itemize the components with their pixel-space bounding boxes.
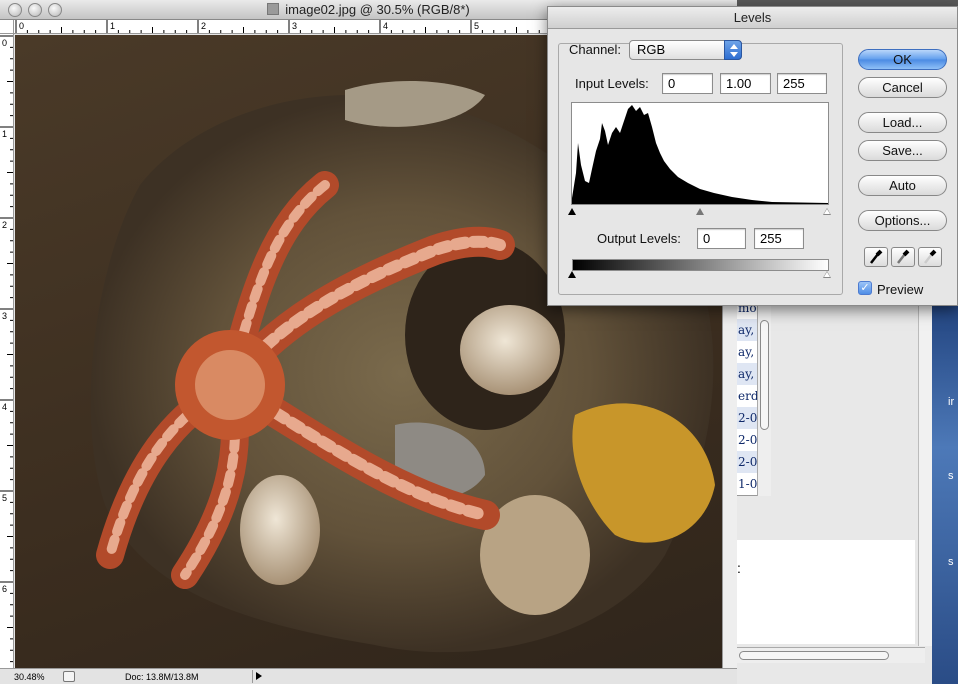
- input-white-slider-handle[interactable]: [823, 208, 831, 215]
- status-menu-arrow-icon[interactable]: [252, 670, 264, 683]
- eyedropper-icon: [870, 249, 883, 264]
- ruler-tick-label: 5: [2, 493, 7, 503]
- desktop-icon-label[interactable]: s: [948, 470, 954, 482]
- ruler-origin[interactable]: [0, 20, 14, 34]
- input-levels-slider[interactable]: [568, 208, 831, 218]
- channel-label: Channel:: [569, 42, 622, 57]
- preview-label[interactable]: Preview: [877, 282, 923, 297]
- ruler-tick-label: 3: [2, 311, 7, 321]
- output-black-slider-handle[interactable]: [568, 271, 576, 278]
- gray-eyedropper-icon[interactable]: [891, 247, 915, 267]
- document-title-text: image02.jpg @ 30.5% (RGB/8*): [285, 2, 470, 17]
- document-size: Doc: 13.8M/13.8M: [125, 672, 199, 682]
- ruler-tick-label: 3: [292, 21, 297, 31]
- ruler-tick-label: 1: [110, 21, 115, 31]
- zoom-level[interactable]: 30.48%: [14, 672, 45, 682]
- ruler-tick-label: 0: [19, 21, 24, 31]
- histogram: [571, 102, 829, 205]
- input-gamma-field[interactable]: 1.00: [720, 73, 771, 94]
- desktop-background: [932, 290, 958, 684]
- scroll-thumb[interactable]: [760, 320, 769, 430]
- status-bar: 30.48% Doc: 13.8M/13.8M: [0, 668, 737, 684]
- ok-button[interactable]: OK: [858, 49, 947, 70]
- ruler-tick-label: 4: [2, 402, 7, 412]
- desktop-icon-label[interactable]: s: [948, 556, 954, 568]
- ruler-tick-label: 5: [474, 21, 479, 31]
- input-black-slider-handle[interactable]: [568, 208, 576, 215]
- desktop-icon-label[interactable]: ir: [948, 396, 954, 408]
- output-levels-slider[interactable]: [568, 271, 831, 281]
- black-eyedropper-icon[interactable]: [864, 247, 888, 267]
- input-levels-label: Input Levels:: [575, 76, 649, 91]
- background-vertical-scrollbar[interactable]: [918, 296, 932, 646]
- vertical-ruler-ticks: 0 1 2 3 4 5 6: [0, 35, 13, 663]
- ruler-tick-label: 0: [2, 38, 7, 48]
- select-arrows-icon: [724, 40, 742, 60]
- vertical-ruler[interactable]: 0 1 2 3 4 5 6: [0, 34, 14, 668]
- input-black-field[interactable]: 0: [662, 73, 713, 94]
- scroll-thumb[interactable]: [739, 651, 889, 660]
- ruler-tick-label: 2: [2, 220, 7, 230]
- channel-select[interactable]: RGB: [629, 40, 742, 60]
- output-white-field[interactable]: 255: [754, 228, 804, 249]
- save-button[interactable]: Save...: [858, 140, 947, 161]
- output-gradient-bar: [572, 259, 829, 271]
- histogram-graph: [572, 105, 828, 204]
- ruler-tick-label: 2: [201, 21, 206, 31]
- output-levels-label: Output Levels:: [597, 231, 681, 246]
- background-list-scrollbar[interactable]: [757, 296, 771, 496]
- levels-dialog-title[interactable]: Levels: [548, 7, 957, 29]
- output-black-field[interactable]: 0: [697, 228, 746, 249]
- input-gamma-slider-handle[interactable]: [696, 208, 704, 215]
- eyedropper-icon: [897, 249, 910, 264]
- ruler-tick-label: 4: [383, 21, 388, 31]
- channel-select-value: RGB: [637, 42, 666, 57]
- navigator-icon[interactable]: [63, 671, 75, 682]
- background-horizontal-scrollbar[interactable]: [735, 647, 925, 663]
- image-file-icon: [267, 3, 280, 15]
- ruler-tick-label: 1: [2, 129, 7, 139]
- auto-button[interactable]: Auto: [858, 175, 947, 196]
- levels-dialog: Levels Channel: RGB Input Levels: 0 1.00…: [547, 6, 958, 306]
- background-colon-text: :: [737, 560, 741, 576]
- screen: moray, 8ay, 4ay, 9erda2-02-02-01-00-19-0…: [0, 0, 958, 684]
- preview-checkbox[interactable]: ✓: [858, 281, 872, 295]
- cancel-button[interactable]: Cancel: [858, 77, 947, 98]
- white-eyedropper-icon[interactable]: [918, 247, 942, 267]
- output-white-slider-handle[interactable]: [823, 271, 831, 278]
- load-button[interactable]: Load...: [858, 112, 947, 133]
- input-white-field[interactable]: 255: [777, 73, 827, 94]
- options-button[interactable]: Options...: [858, 210, 947, 231]
- ruler-tick-label: 6: [2, 584, 7, 594]
- background-text-area[interactable]: [735, 540, 915, 644]
- eyedropper-icon: [924, 249, 937, 264]
